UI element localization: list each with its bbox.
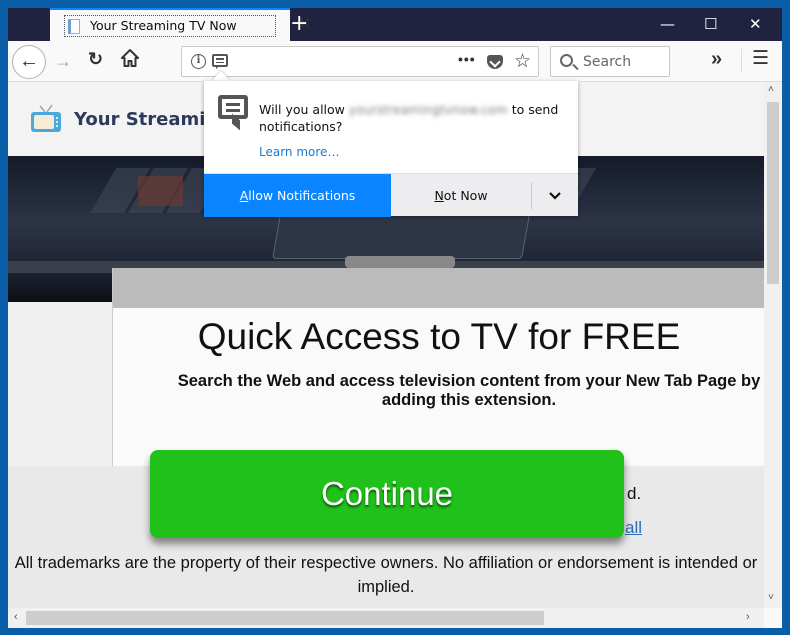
url-bar[interactable]: i ••• ☆ — [181, 46, 539, 77]
search-icon — [560, 54, 573, 67]
bookmark-star-icon[interactable]: ☆ — [514, 50, 531, 73]
browser-window: Your Streaming TV Now ✕ + — ☐ ✕ ← → ↻ i … — [8, 8, 782, 628]
new-tab-button[interactable]: + — [290, 12, 308, 36]
overflow-menu-button[interactable]: » — [711, 48, 722, 71]
tab-active[interactable]: Your Streaming TV Now ✕ — [50, 8, 311, 41]
popup-actions: Allow Notifications Not Now — [204, 173, 578, 217]
close-window-button[interactable]: ✕ — [749, 14, 762, 34]
search-input[interactable]: Search — [550, 46, 670, 77]
trademark-disclaimer: All trademarks are the property of their… — [14, 554, 758, 596]
laptop-notch — [345, 256, 455, 268]
scroll-down-arrow[interactable]: ˅ — [768, 592, 774, 603]
tab-bar: Your Streaming TV Now ✕ + — ☐ ✕ — [8, 8, 782, 41]
hamburger-menu-button[interactable]: ☰ — [752, 47, 769, 70]
horizontal-scroll-thumb[interactable] — [26, 611, 544, 625]
vertical-scroll-thumb[interactable] — [767, 102, 779, 284]
page-actions-icon[interactable]: ••• — [458, 51, 476, 67]
vertical-scrollbar[interactable]: ˄ ˅ — [764, 82, 782, 608]
allow-notifications-button[interactable]: Allow Notifications — [204, 174, 391, 217]
forward-button[interactable]: → — [54, 51, 72, 72]
info-icon[interactable]: i — [191, 54, 206, 69]
scroll-up-arrow[interactable]: ˄ — [768, 84, 774, 95]
bubble-line — [226, 109, 240, 112]
page-favicon-icon — [68, 19, 80, 34]
continue-button[interactable]: Continue — [150, 450, 624, 538]
not-now-button[interactable]: Not Now — [391, 174, 531, 217]
tab-title: Your Streaming TV Now — [90, 18, 237, 33]
scroll-left-arrow[interactable]: ‹ — [14, 611, 18, 623]
reload-button[interactable]: ↻ — [88, 49, 103, 70]
footer-link[interactable]: all — [625, 518, 642, 538]
notnow-label: ot Now — [443, 188, 488, 203]
search-placeholder: Search — [583, 54, 632, 70]
home-icon[interactable] — [120, 48, 140, 68]
trackpad-graphic — [272, 214, 530, 259]
horizontal-scrollbar[interactable]: ‹ › — [8, 608, 764, 628]
keyboard-highlight — [138, 176, 183, 206]
allow-label: llow Notifications — [248, 188, 356, 203]
maximize-button[interactable]: ☐ — [704, 14, 717, 34]
pocket-icon[interactable] — [487, 55, 503, 69]
notification-permission-popup: Will you allow yourstreamingtvnow.com to… — [204, 81, 578, 217]
tv-logo-icon — [31, 104, 61, 132]
offer-card: Quick Access to TV for FREE Search the W… — [112, 268, 764, 466]
notnow-accesskey: N — [434, 188, 444, 203]
popup-message: Will you allow yourstreamingtvnow.com to… — [259, 101, 559, 135]
notification-permission-icon[interactable] — [212, 54, 228, 69]
site-domain-blurred: yourstreamingtvnow.com — [348, 102, 508, 117]
navigation-toolbar: ← → ↻ i ••• ☆ Search » ☰ — [8, 41, 782, 82]
more-options-chevron-icon[interactable] — [532, 174, 578, 217]
scroll-right-arrow[interactable]: › — [746, 611, 750, 623]
partial-footer-text: d. — [627, 484, 642, 503]
bubble-line — [226, 103, 240, 106]
notif-line — [216, 61, 224, 63]
minimize-button[interactable]: — — [660, 14, 675, 34]
back-button[interactable]: ← — [12, 45, 46, 79]
message-prefix: Will you allow — [259, 102, 349, 117]
learn-more-link[interactable]: Learn more… — [259, 145, 339, 159]
page-subheadline: Search the Web and access television con… — [177, 372, 761, 409]
card-header-band — [113, 268, 764, 308]
notif-line — [216, 58, 224, 60]
allow-accesskey: A — [239, 188, 249, 203]
toolbar-separator — [741, 49, 742, 73]
page-headline: Quick Access to TV for FREE — [197, 316, 681, 357]
